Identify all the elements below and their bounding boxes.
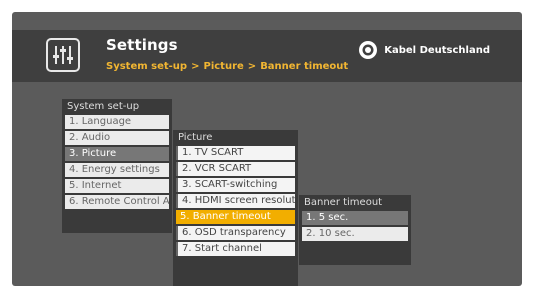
menu-item-vcr-scart[interactable]: 2. VCR SCART [176, 162, 295, 176]
breadcrumb-item: Banner timeout [260, 61, 349, 72]
menu-title: System set-up [67, 101, 140, 112]
settings-sliders-icon [46, 38, 80, 72]
breadcrumb-item: Picture [203, 61, 244, 72]
header-bar: Settings System set-up > Picture > Banner ti… [12, 30, 522, 82]
option-10-sec[interactable]: 2. 10 sec. [302, 227, 408, 241]
menu-item-start-channel[interactable]: 7. Start channel [176, 242, 295, 256]
menu-item-audio[interactable]: 2. Audio [65, 131, 169, 145]
menu-item-scart-switching[interactable]: 3. SCART-switching [176, 178, 295, 192]
breadcrumb-separator: > [191, 61, 200, 72]
brand-name: Kabel Deutschland [384, 44, 490, 56]
menu-item-hdmi-screen-resolution[interactable]: 4. HDMI screen resolution [176, 194, 295, 208]
menu-picture: Picture 1. TV SCART 2. VCR SCART 3. SCAR… [173, 130, 298, 286]
menu-item-energy-settings[interactable]: 4. Energy settings [65, 163, 169, 177]
menu-system-setup: System set-up 1. Language 2. Audio 3. Pi… [62, 99, 172, 233]
menu-item-picture[interactable]: 3. Picture [65, 147, 169, 161]
kabel-deutschland-logo-icon [359, 41, 378, 59]
menu-item-tv-scart[interactable]: 1. TV SCART [176, 146, 295, 160]
breadcrumb-item: System set-up [106, 61, 188, 72]
menu-item-banner-timeout[interactable]: 5. Banner timeout [176, 210, 295, 224]
tv-screen: Settings System set-up > Picture > Banner ti… [12, 12, 522, 286]
menu-title: Banner timeout [304, 197, 383, 208]
option-5-sec[interactable]: 1. 5 sec. [302, 211, 408, 225]
menu-banner-timeout: Banner timeout 1. 5 sec. 2. 10 sec. [299, 195, 411, 265]
brand: Kabel Deutschland [358, 40, 490, 60]
breadcrumb: System set-up > Picture > Banner timeout [106, 61, 348, 72]
menu-item-osd-transparency[interactable]: 6. OSD transparency [176, 226, 295, 240]
menu-item-language[interactable]: 1. Language [65, 115, 169, 129]
menu-item-internet[interactable]: 5. Internet [65, 179, 169, 193]
page-title: Settings [106, 36, 178, 54]
menu-title: Picture [178, 132, 213, 143]
breadcrumb-separator: > [247, 61, 257, 72]
menu-item-remote-control-app[interactable]: 6. Remote Control App [65, 195, 169, 209]
